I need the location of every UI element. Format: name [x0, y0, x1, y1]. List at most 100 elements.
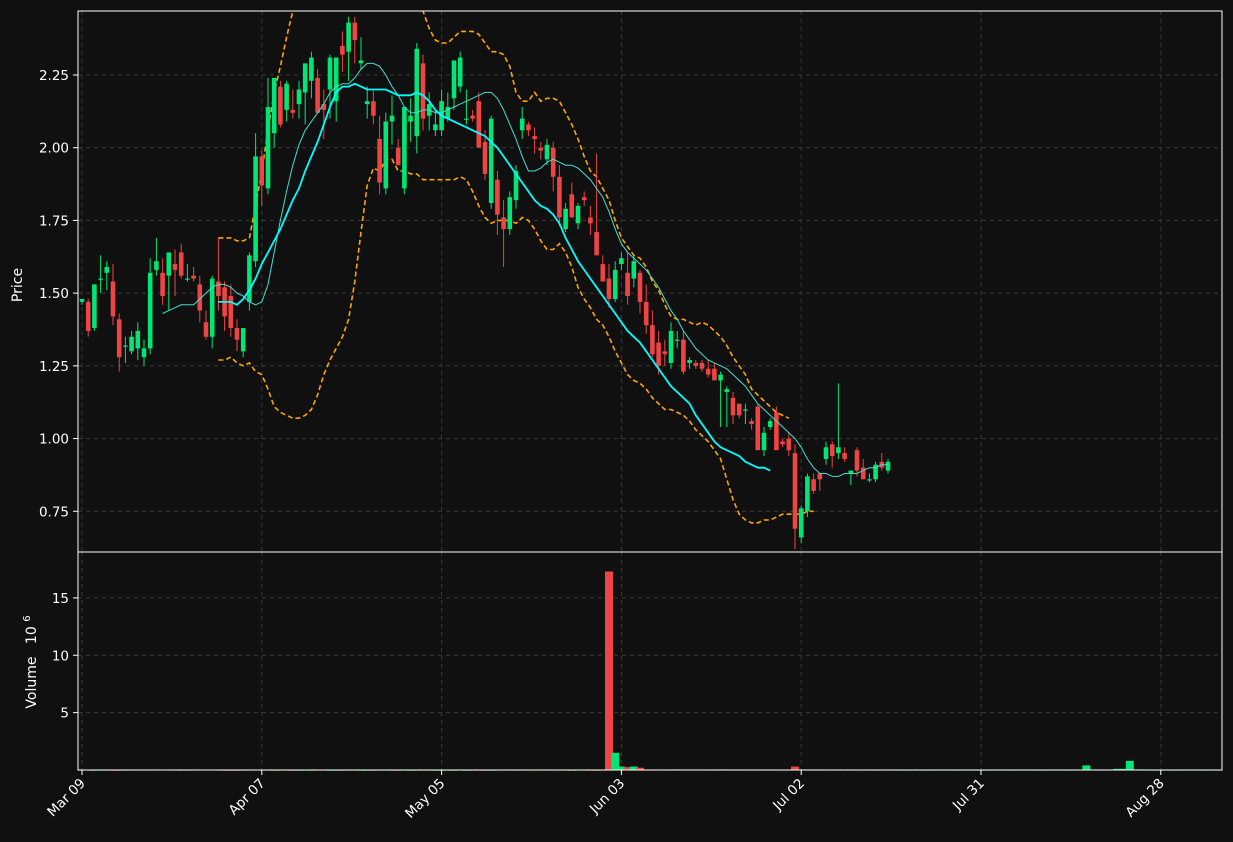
volume-tick-label: 15 [52, 591, 69, 607]
candle-body [129, 336, 134, 352]
candle-body [817, 473, 823, 480]
candle-body [451, 60, 457, 99]
candle [488, 115, 494, 209]
candle-body [674, 339, 680, 341]
candle-body [749, 421, 754, 425]
candle-body [259, 156, 265, 186]
candle-body [811, 479, 816, 491]
volume-tick-label: 10 [52, 648, 69, 664]
price-axis-label: Price [10, 268, 26, 302]
candle-body [699, 362, 705, 369]
candle-body [619, 258, 624, 265]
candle-body [228, 296, 234, 329]
candle-body [253, 156, 258, 262]
candle-body [290, 109, 296, 113]
candle-body [116, 319, 122, 358]
volume-tick-label: 5 [60, 706, 69, 722]
candle-body [166, 252, 172, 276]
candle-body [340, 45, 345, 55]
candle-body [141, 348, 147, 358]
candle [92, 284, 97, 331]
candle-body [767, 421, 773, 427]
candle-body [885, 461, 891, 471]
candle-body [389, 115, 395, 122]
candle-body [519, 118, 525, 131]
candle-body [395, 147, 401, 166]
candle-body [85, 301, 91, 331]
candle [402, 106, 407, 195]
candle-body [185, 278, 190, 280]
candle-body [662, 351, 668, 355]
candle-body [433, 124, 438, 131]
candle-body [154, 261, 159, 270]
candle-body [271, 77, 277, 134]
candle-body [842, 453, 847, 459]
candle-body [160, 272, 165, 297]
candle-body [526, 124, 531, 131]
candle-body [693, 362, 699, 366]
candle-body [216, 281, 221, 297]
candle-body [402, 106, 407, 189]
candle-body [346, 22, 351, 52]
candle-body [705, 368, 711, 375]
candle-body [495, 179, 500, 215]
candle [383, 112, 389, 195]
candle-body [730, 397, 736, 416]
candle-body [718, 374, 723, 381]
candle-body [488, 118, 494, 203]
candle-body [563, 208, 568, 230]
candle-body [867, 479, 872, 481]
candle-body [501, 217, 506, 230]
candle-body [327, 57, 333, 90]
candle-body [544, 144, 550, 160]
candle-body [650, 325, 655, 355]
candle-body [736, 403, 742, 416]
candle-body [284, 83, 289, 110]
price-tick-label: 1.50 [39, 286, 69, 302]
candle-body [234, 328, 240, 340]
candle [755, 403, 761, 451]
candle-body [203, 322, 209, 337]
candle-body [643, 301, 649, 326]
candle-body [507, 197, 513, 230]
candle-body [110, 281, 116, 317]
candle-body [191, 275, 196, 279]
candle-body [532, 136, 537, 139]
candle-body [836, 447, 841, 454]
candle [507, 191, 513, 235]
price-tick-label: 2.25 [39, 68, 69, 84]
price-tick-label: 1.75 [39, 213, 69, 229]
candle-body [364, 101, 370, 105]
candle-body [482, 141, 488, 174]
volume-multiplier-exponent: 6 [22, 615, 33, 621]
candle-body [550, 147, 556, 177]
candle-body [668, 330, 674, 363]
volume-bar [1082, 765, 1091, 770]
candle-body [296, 89, 302, 105]
candle-body [637, 272, 643, 302]
candle-body [383, 121, 389, 189]
candle-body [823, 447, 829, 459]
candle-body [805, 476, 810, 512]
volume-multiplier-base: 10 [24, 626, 40, 644]
candle-body [786, 438, 792, 451]
candle-body [569, 194, 575, 218]
candle-body [464, 118, 469, 120]
candle-body [656, 342, 661, 366]
volume-bar [1125, 760, 1134, 770]
candle-body [594, 232, 599, 256]
candle-body [854, 450, 860, 471]
candle-body [687, 360, 692, 363]
candle-body [625, 272, 630, 297]
candle-body [104, 266, 110, 273]
volume-bar [605, 571, 613, 770]
candle-body [147, 272, 153, 349]
candle [457, 51, 463, 93]
candle-body [98, 278, 103, 280]
candle-body [681, 339, 686, 372]
candle [774, 406, 779, 451]
candle-body [792, 453, 798, 529]
candle-body [309, 57, 314, 81]
candle-body [829, 444, 835, 457]
candle-body [123, 345, 128, 347]
